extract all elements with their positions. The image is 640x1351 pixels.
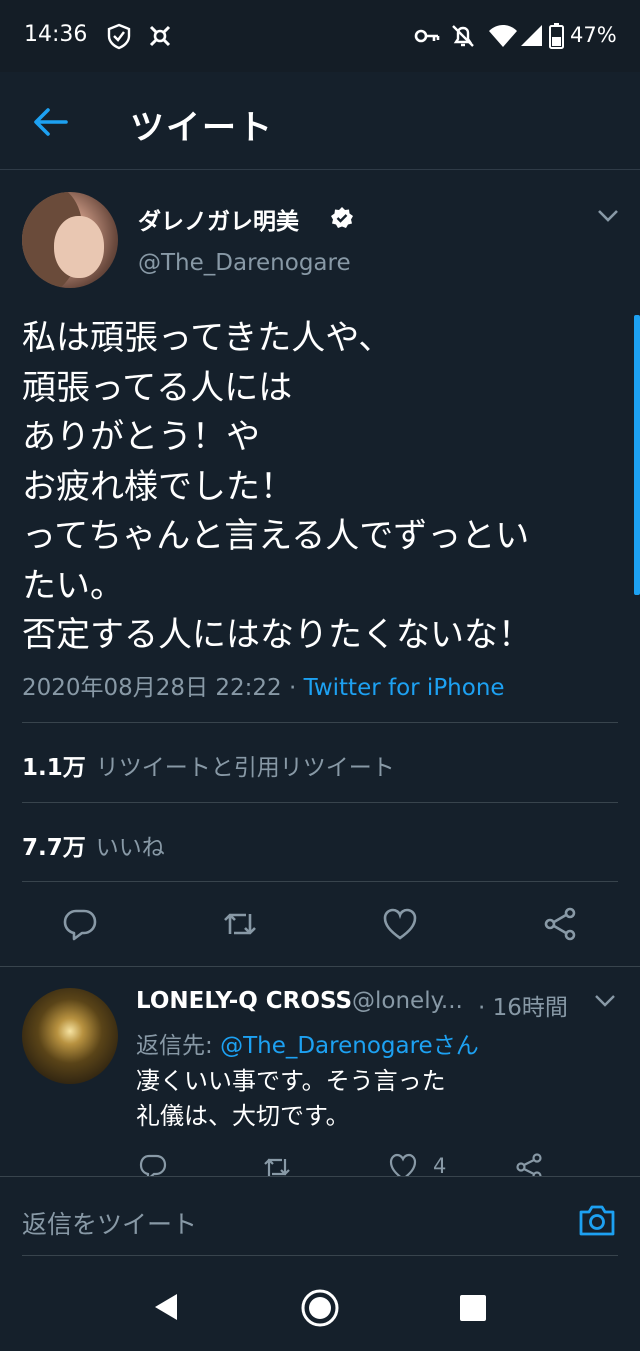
likes-stat[interactable]: 7.7万 いいね <box>22 828 165 862</box>
status-bar: 14:36 47% <box>0 0 640 72</box>
author-name[interactable]: ダレノガレ明美 <box>138 202 299 236</box>
reply-like-count: 4 <box>433 1154 447 1176</box>
camera-icon[interactable] <box>578 1203 616 1237</box>
tweet-source[interactable]: Twitter for iPhone <box>304 675 505 701</box>
battery-percentage: 47% <box>570 23 617 47</box>
app-notification-icon <box>149 25 171 47</box>
reply-input[interactable]: 返信をツイート <box>22 1205 197 1241</box>
retweets-stat[interactable]: 1.1万 リツイートと引用リツイート <box>22 748 395 782</box>
retweet-icon[interactable] <box>262 1152 292 1176</box>
notifications-off-icon <box>452 25 474 47</box>
author-handle[interactable]: @The_Darenogare <box>138 250 351 276</box>
back-triangle-icon[interactable] <box>152 1292 180 1322</box>
system-navigation-bar <box>0 1256 640 1351</box>
recents-square-icon[interactable] <box>459 1294 487 1322</box>
wifi-icon <box>489 25 517 47</box>
reply-author-name[interactable]: LONELY-Q CROSS <box>136 988 352 1014</box>
reply-to-prefix: 返信先: <box>136 1033 221 1059</box>
home-circle-icon[interactable] <box>300 1288 340 1328</box>
tweet-meta: 2020年08月28日 22:22 · Twitter for iPhone <box>22 668 505 702</box>
reply-tweet[interactable]: LONELY-Q CROSS @lonely... · 16時間 返信先: @T… <box>0 968 640 1176</box>
retweets-count: 1.1万 <box>22 755 86 781</box>
like-icon[interactable] <box>382 906 418 942</box>
cell-signal-icon <box>521 25 542 46</box>
reply-avatar[interactable] <box>22 988 118 1084</box>
reply-composer: 返信をツイート <box>0 1176 640 1257</box>
likes-label: いいね <box>95 835 165 861</box>
like-icon[interactable] <box>388 1152 418 1176</box>
page-title: ツイート <box>130 108 274 148</box>
reply-to: 返信先: @The_Darenogareさん <box>136 1026 479 1060</box>
verified-badge-icon <box>331 207 353 228</box>
vpn-key-icon <box>414 29 440 43</box>
retweets-label: リツイートと引用リツイート <box>95 755 395 781</box>
share-icon[interactable] <box>542 906 578 942</box>
divider <box>22 802 618 803</box>
reply-icon[interactable] <box>138 1152 168 1176</box>
likes-count: 7.7万 <box>22 835 86 861</box>
avatar-face <box>54 216 104 278</box>
top-app-bar: ツイート <box>0 72 640 170</box>
divider <box>22 722 618 723</box>
share-icon[interactable] <box>514 1152 544 1176</box>
status-time: 14:36 <box>24 22 88 47</box>
back-arrow-icon[interactable] <box>30 104 70 140</box>
section-divider <box>0 966 640 967</box>
reply-to-mention[interactable]: @The_Darenogareさん <box>220 1033 479 1059</box>
retweet-icon[interactable] <box>222 906 258 942</box>
chevron-down-icon[interactable] <box>596 208 620 224</box>
reply-time: · 16時間 <box>478 995 568 1021</box>
reply-icon[interactable] <box>62 906 98 942</box>
chevron-down-icon[interactable] <box>594 994 616 1008</box>
tweet-text: 私は頑張ってきた人や、 頑張ってる人には ありがとう！や お疲れ様でした！ って… <box>22 318 532 655</box>
scrollbar[interactable] <box>634 315 640 595</box>
author-avatar[interactable] <box>22 192 118 288</box>
divider <box>22 881 618 882</box>
reply-author-handle[interactable]: @lonely... <box>352 988 463 1014</box>
tweet-timestamp[interactable]: 2020年08月28日 22:22 · <box>22 675 304 701</box>
battery-icon <box>549 23 564 49</box>
shield-icon <box>107 23 131 50</box>
reply-text: 凄くいい事です。そう言った 礼儀は、大切です。 <box>136 1067 446 1130</box>
